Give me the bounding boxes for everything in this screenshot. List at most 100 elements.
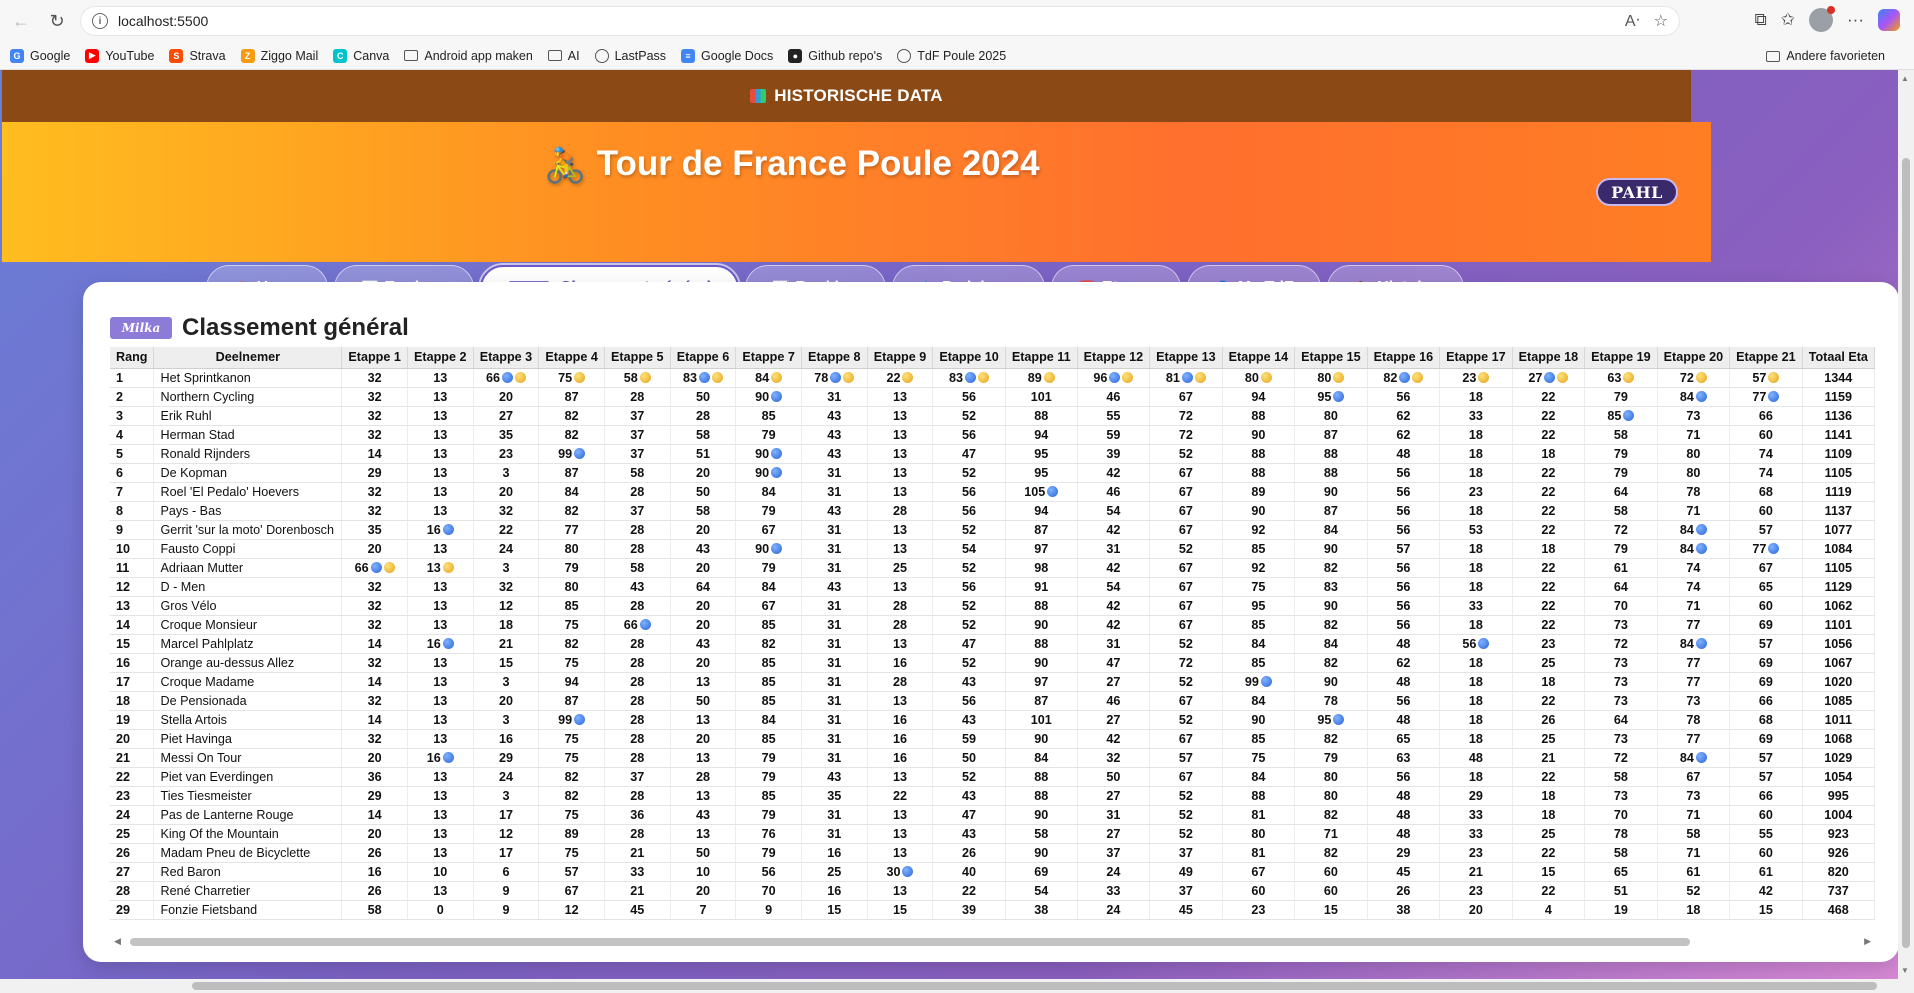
table-row[interactable]: 8 Pays - Bas 32 13 32 82 37 58 79 43 28 56 94 54 67 90 8… — [110, 501, 1875, 521]
table-row[interactable]: 29 Fonzie Fietsband 58 0 9 12 45 7 9 15 15 39 38 24 45… — [110, 900, 1875, 920]
historical-data-banner[interactable]: HISTORISCHE DATA — [2, 70, 1691, 122]
column-header[interactable]: Etappe 12 — [1077, 347, 1151, 369]
column-header[interactable]: Etappe 5 — [604, 347, 671, 369]
participant-name-cell: Croque Monsieur — [153, 615, 343, 635]
column-header[interactable]: Etappe 16 — [1367, 347, 1441, 369]
page-vertical-scrollbar[interactable]: ▲ ▼ — [1898, 70, 1914, 979]
scroll-right-icon[interactable]: ▶ — [1864, 936, 1871, 947]
bookmark-item[interactable]: C Canva — [333, 48, 389, 63]
column-header[interactable]: Etappe 15 — [1294, 347, 1368, 369]
blue-medal-icon — [1695, 542, 1707, 554]
column-header[interactable]: Etappe 21 — [1729, 347, 1803, 369]
address-bar[interactable]: i localhost:5500 Aᐧ ☆ — [80, 6, 1680, 36]
stage-score: 31 — [827, 674, 842, 689]
bookmark-item[interactable]: S Strava — [169, 48, 226, 63]
column-header[interactable]: Etappe 1 — [341, 347, 408, 369]
more-menu-icon[interactable]: ··· — [1847, 10, 1864, 30]
column-header[interactable]: Etappe 9 — [867, 347, 934, 369]
rank-cell: 6 — [110, 463, 155, 483]
bookmark-item[interactable]: ▶ YouTube — [85, 48, 154, 63]
table-row[interactable]: 13 Gros Vélo 32 13 12 85 28 20 67 31 28 52 88 42 67 95 9… — [110, 596, 1875, 616]
table-row[interactable]: 19 Stella Artois 14 13 3 99 28 13 84 31 16 43 101 27 5… — [110, 710, 1875, 730]
site-info-icon[interactable]: i — [92, 13, 108, 29]
table-row[interactable]: 2 Northern Cycling 32 13 20 87 28 50 90 31 13 56 101… — [110, 387, 1875, 407]
rank-cell: 22 — [110, 767, 155, 787]
stage-score: 101 — [1030, 389, 1052, 404]
stage-score: 18 — [1468, 579, 1483, 594]
table-row[interactable]: 21 Messi On Tour 20 16 29 75 28 13 79 31 16 50 84 32 5… — [110, 748, 1875, 768]
table-row[interactable]: 6 De Kopman 29 13 3 87 58 20 90 31 13 52 95 42 67 88 88 5… — [110, 463, 1875, 483]
bookmark-item[interactable]: ≡ Google Docs — [681, 48, 773, 63]
back-icon[interactable]: ← — [6, 6, 36, 36]
favorites-icon[interactable]: ✩ — [1781, 10, 1795, 30]
column-header[interactable]: Etappe 17 — [1439, 347, 1513, 369]
bookmark-item[interactable]: AI — [547, 49, 580, 63]
standings-table-wrapper[interactable]: Rang Deelnemer Etappe 1 Etappe 2 Etappe 3 Eta… — [110, 347, 1875, 937]
favorite-star-icon[interactable]: ☆ — [1654, 11, 1668, 31]
stage-score-cell: 79 — [735, 558, 802, 578]
column-header[interactable]: Etappe 3 — [473, 347, 540, 369]
table-row[interactable]: 18 De Pensionada 32 13 20 87 28 50 85 31 13 56 87 46 6… — [110, 691, 1875, 711]
reload-icon[interactable]: ↻ — [42, 6, 72, 36]
table-row[interactable]: 10 Fausto Coppi 20 13 24 80 28 43 90 31 13 54 97 31 52… — [110, 539, 1875, 559]
column-header[interactable]: Etappe 18 — [1512, 347, 1586, 369]
page-scroll-thumb[interactable] — [1902, 158, 1910, 948]
table-row[interactable]: 23 Ties Tiesmeister 29 13 3 82 28 13 85 35 22 43 88 2… — [110, 786, 1875, 806]
table-row[interactable]: 20 Piet Havinga 32 13 16 75 28 20 85 31 16 59 90 42 67… — [110, 729, 1875, 749]
table-row[interactable]: 26 Madam Pneu de Bicyclette 26 13 17 75 21 50 79… — [110, 843, 1875, 863]
table-row[interactable]: 22 Piet van Everdingen 36 13 24 82 37 28 79 43 13 5… — [110, 767, 1875, 787]
table-row[interactable]: 16 Orange au-dessus Allez 32 13 15 75 28 20 85 31… — [110, 653, 1875, 673]
column-header[interactable]: Etappe 2 — [407, 347, 474, 369]
table-row[interactable]: 5 Ronald Rijnders 14 13 23 99 37 51 90 43 13 47 95 39… — [110, 444, 1875, 464]
profile-avatar[interactable] — [1809, 6, 1836, 32]
table-horizontal-scrollbar[interactable]: ◀ ▶ — [110, 936, 1875, 948]
table-row[interactable]: 28 René Charretier 26 13 9 67 21 20 70 16 13 22 54 33… — [110, 881, 1875, 901]
other-bookmarks[interactable]: Andere favorieten — [1766, 49, 1885, 63]
table-scroll-thumb[interactable] — [130, 938, 1690, 946]
bookmark-item[interactable]: G Google — [10, 48, 70, 63]
column-header[interactable]: Etappe 13 — [1149, 347, 1223, 369]
column-header[interactable]: Etappe 19 — [1584, 347, 1658, 369]
table-row[interactable]: 4 Herman Stad 32 13 35 82 37 58 79 43 13 56 94 59 72 90… — [110, 425, 1875, 445]
extensions-icon[interactable]: ⧉ — [1755, 10, 1767, 30]
bookmark-item[interactable]: TdF Poule 2025 — [897, 48, 1006, 63]
bookmark-item[interactable]: Z Ziggo Mail — [240, 48, 318, 63]
bookmark-item[interactable]: ● Github repo's — [788, 48, 882, 63]
table-row[interactable]: 9 Gerrit 'sur la moto' Dorenbosch 35 16 22 77… — [110, 520, 1875, 540]
copilot-icon[interactable] — [1878, 9, 1900, 31]
column-header[interactable]: Totaal Eta — [1802, 347, 1875, 369]
column-header[interactable]: Etappe 6 — [670, 347, 737, 369]
table-row[interactable]: 11 Adriaan Mutter 66 13 3 79 58 20 79 31 25 52 98 42 6… — [110, 558, 1875, 578]
stage-score-cell: 24 — [473, 539, 540, 559]
table-row[interactable]: 7 Roel 'El Pedalo' Hoevers 32 13 20 84 28 50 84 3… — [110, 482, 1875, 502]
stage-score: 9 — [765, 902, 773, 917]
column-header[interactable]: Rang — [110, 347, 155, 369]
scroll-down-icon[interactable]: ▼ — [1901, 966, 1909, 975]
page-horizontal-scrollbar[interactable] — [0, 979, 1914, 993]
column-header[interactable]: Etappe 8 — [801, 347, 868, 369]
column-header[interactable]: Etappe 11 — [1005, 347, 1078, 369]
column-header[interactable]: Etappe 14 — [1222, 347, 1296, 369]
column-header[interactable]: Etappe 7 — [735, 347, 802, 369]
bookmark-item[interactable]: Android app maken — [404, 49, 533, 63]
table-row[interactable]: 24 Pas de Lanterne Rouge 14 13 17 75 36 43 79 31 1… — [110, 805, 1875, 825]
read-aloud-icon[interactable]: Aᐧ — [1625, 11, 1640, 31]
table-row[interactable]: 12 D - Men 32 13 32 80 43 64 84 43 13 56 91 54 67 75 83 5… — [110, 577, 1875, 597]
scroll-up-icon[interactable]: ▲ — [1901, 74, 1909, 83]
scroll-left-icon[interactable]: ◀ — [114, 936, 121, 947]
stage-score: 90 — [755, 389, 770, 404]
page-hscroll-thumb[interactable] — [192, 982, 1877, 990]
table-row[interactable]: 3 Erik Ruhl 32 13 27 82 37 28 85 43 13 52 88 55 72 88 80… — [110, 406, 1875, 426]
table-row[interactable]: 1 Het Sprintkanon 32 13 66 75 58 83 84 78 22 83 89 96… — [110, 368, 1875, 388]
table-row[interactable]: 27 Red Baron 16 10 6 57 33 10 56 25 30 40 69 24 49 67 60… — [110, 862, 1875, 882]
column-header[interactable]: Deelnemer — [153, 347, 343, 369]
table-row[interactable]: 15 Marcel Pahlplatz 14 16 21 82 28 43 82 31 13 47 88… — [110, 634, 1875, 654]
stage-score-cell: 33 — [1439, 596, 1513, 616]
table-row[interactable]: 17 Croque Madame 14 13 3 94 28 13 85 31 28 43 97 27 52… — [110, 672, 1875, 692]
bookmark-item[interactable]: LastPass — [594, 48, 666, 63]
column-header[interactable]: Etappe 20 — [1657, 347, 1731, 369]
table-row[interactable]: 14 Croque Monsieur 32 13 18 75 66 20 85 31 28 52 90 4… — [110, 615, 1875, 635]
column-header[interactable]: Etappe 10 — [932, 347, 1006, 369]
column-header[interactable]: Etappe 4 — [538, 347, 605, 369]
table-row[interactable]: 25 King Of the Mountain 20 13 12 89 28 13 76 31 13… — [110, 824, 1875, 844]
